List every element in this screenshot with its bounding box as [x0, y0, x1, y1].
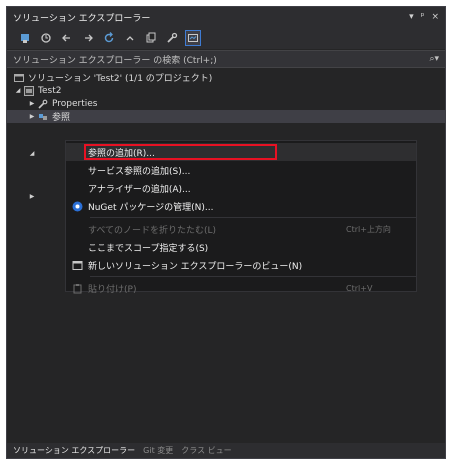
- tab-class-view[interactable]: クラス ビュー: [181, 445, 231, 456]
- sync-history-icon[interactable]: [38, 30, 54, 46]
- menu-separator: [90, 276, 416, 277]
- tree-item-project[interactable]: ◢ Test2: [7, 84, 445, 97]
- menu-item-add-service-reference[interactable]: サービス参照の追加(S)...: [66, 161, 416, 179]
- menu-item-new-view[interactable]: 新しいソリューション エクスプローラーのビュー(N): [66, 256, 416, 274]
- forward-icon[interactable]: [80, 30, 96, 46]
- dropdown-icon[interactable]: ▾: [409, 12, 414, 22]
- references-label: 参照: [52, 113, 71, 123]
- home-icon[interactable]: [17, 30, 33, 46]
- menu-item-paste[interactable]: 貼り付け(P) Ctrl+V: [66, 279, 416, 297]
- toolbar: [7, 27, 445, 49]
- context-menu: 参照の追加(R)... サービス参照の追加(S)... アナライザーの追加(A)…: [65, 140, 417, 295]
- panel-titlebar: ソリューション エクスプローラー ▾ ᵖ ×: [7, 7, 445, 27]
- red-highlight-box: [84, 144, 277, 160]
- panel-controls: ▾ ᵖ ×: [409, 12, 439, 22]
- menu-separator: [90, 217, 416, 218]
- collapsed-arrow-icon[interactable]: ▶: [27, 100, 37, 107]
- tab-solution-explorer[interactable]: ソリューション エクスプローラー: [13, 445, 135, 456]
- expanded-arrow-icon[interactable]: ◢: [13, 87, 23, 94]
- refresh-icon[interactable]: [101, 30, 117, 46]
- collapse-icon[interactable]: [122, 30, 138, 46]
- tree-item-properties[interactable]: ▶ Properties: [7, 97, 445, 110]
- preview-icon[interactable]: [185, 30, 201, 46]
- wrench-properties-icon: [37, 99, 49, 109]
- menu-item-add-analyzer[interactable]: アナライザーの追加(A)...: [66, 179, 416, 197]
- close-icon[interactable]: ×: [431, 12, 439, 22]
- copy-icon[interactable]: [143, 30, 159, 46]
- search-icon[interactable]: ⌕▾: [429, 54, 439, 64]
- back-icon[interactable]: [59, 30, 75, 46]
- panel-title: ソリューション エクスプローラー: [13, 13, 151, 24]
- collapsed-arrow-icon[interactable]: ▶: [27, 193, 37, 200]
- solution-label: ソリューション 'Test2' (1/1 のプロジェクト): [28, 74, 213, 84]
- menu-item-manage-nuget[interactable]: NuGet パッケージの管理(N)...: [66, 197, 416, 215]
- paste-icon: [66, 283, 88, 294]
- solution-icon: [13, 73, 25, 83]
- menu-item-collapse-all[interactable]: すべてのノードを折りたたむ(L) Ctrl+上方向: [66, 220, 416, 238]
- new-view-icon: [66, 260, 88, 271]
- csharp-project-icon: [23, 85, 35, 96]
- tree-item-references[interactable]: ▶ 参照: [7, 110, 445, 123]
- tree-item-solution[interactable]: ソリューション 'Test2' (1/1 のプロジェクト): [7, 71, 445, 84]
- search-bar[interactable]: ソリューション エクスプローラー の検索 (Ctrl+;) ⌕▾: [7, 50, 445, 68]
- expanded-arrow-icon[interactable]: ◢: [27, 150, 37, 157]
- pin-icon[interactable]: ᵖ: [421, 12, 425, 22]
- project-label: Test2: [38, 85, 62, 96]
- wrench-icon[interactable]: [164, 30, 180, 46]
- nuget-icon: [66, 201, 88, 212]
- bottom-tabs: ソリューション エクスプローラー Git 変更 クラス ビュー: [7, 443, 445, 458]
- tab-git-changes[interactable]: Git 変更: [143, 445, 173, 456]
- search-input[interactable]: ソリューション エクスプローラー の検索 (Ctrl+;): [13, 53, 217, 66]
- solution-explorer-panel: ソリューション エクスプローラー ▾ ᵖ × ソリューション エクスプローラー …: [6, 6, 446, 459]
- menu-item-scope-to-this[interactable]: ここまでスコープ指定する(S): [66, 238, 416, 256]
- menu-item-add-reference[interactable]: 参照の追加(R)...: [66, 143, 416, 161]
- properties-label: Properties: [52, 98, 98, 109]
- references-icon: [37, 112, 49, 122]
- collapsed-arrow-icon[interactable]: ▶: [27, 113, 37, 120]
